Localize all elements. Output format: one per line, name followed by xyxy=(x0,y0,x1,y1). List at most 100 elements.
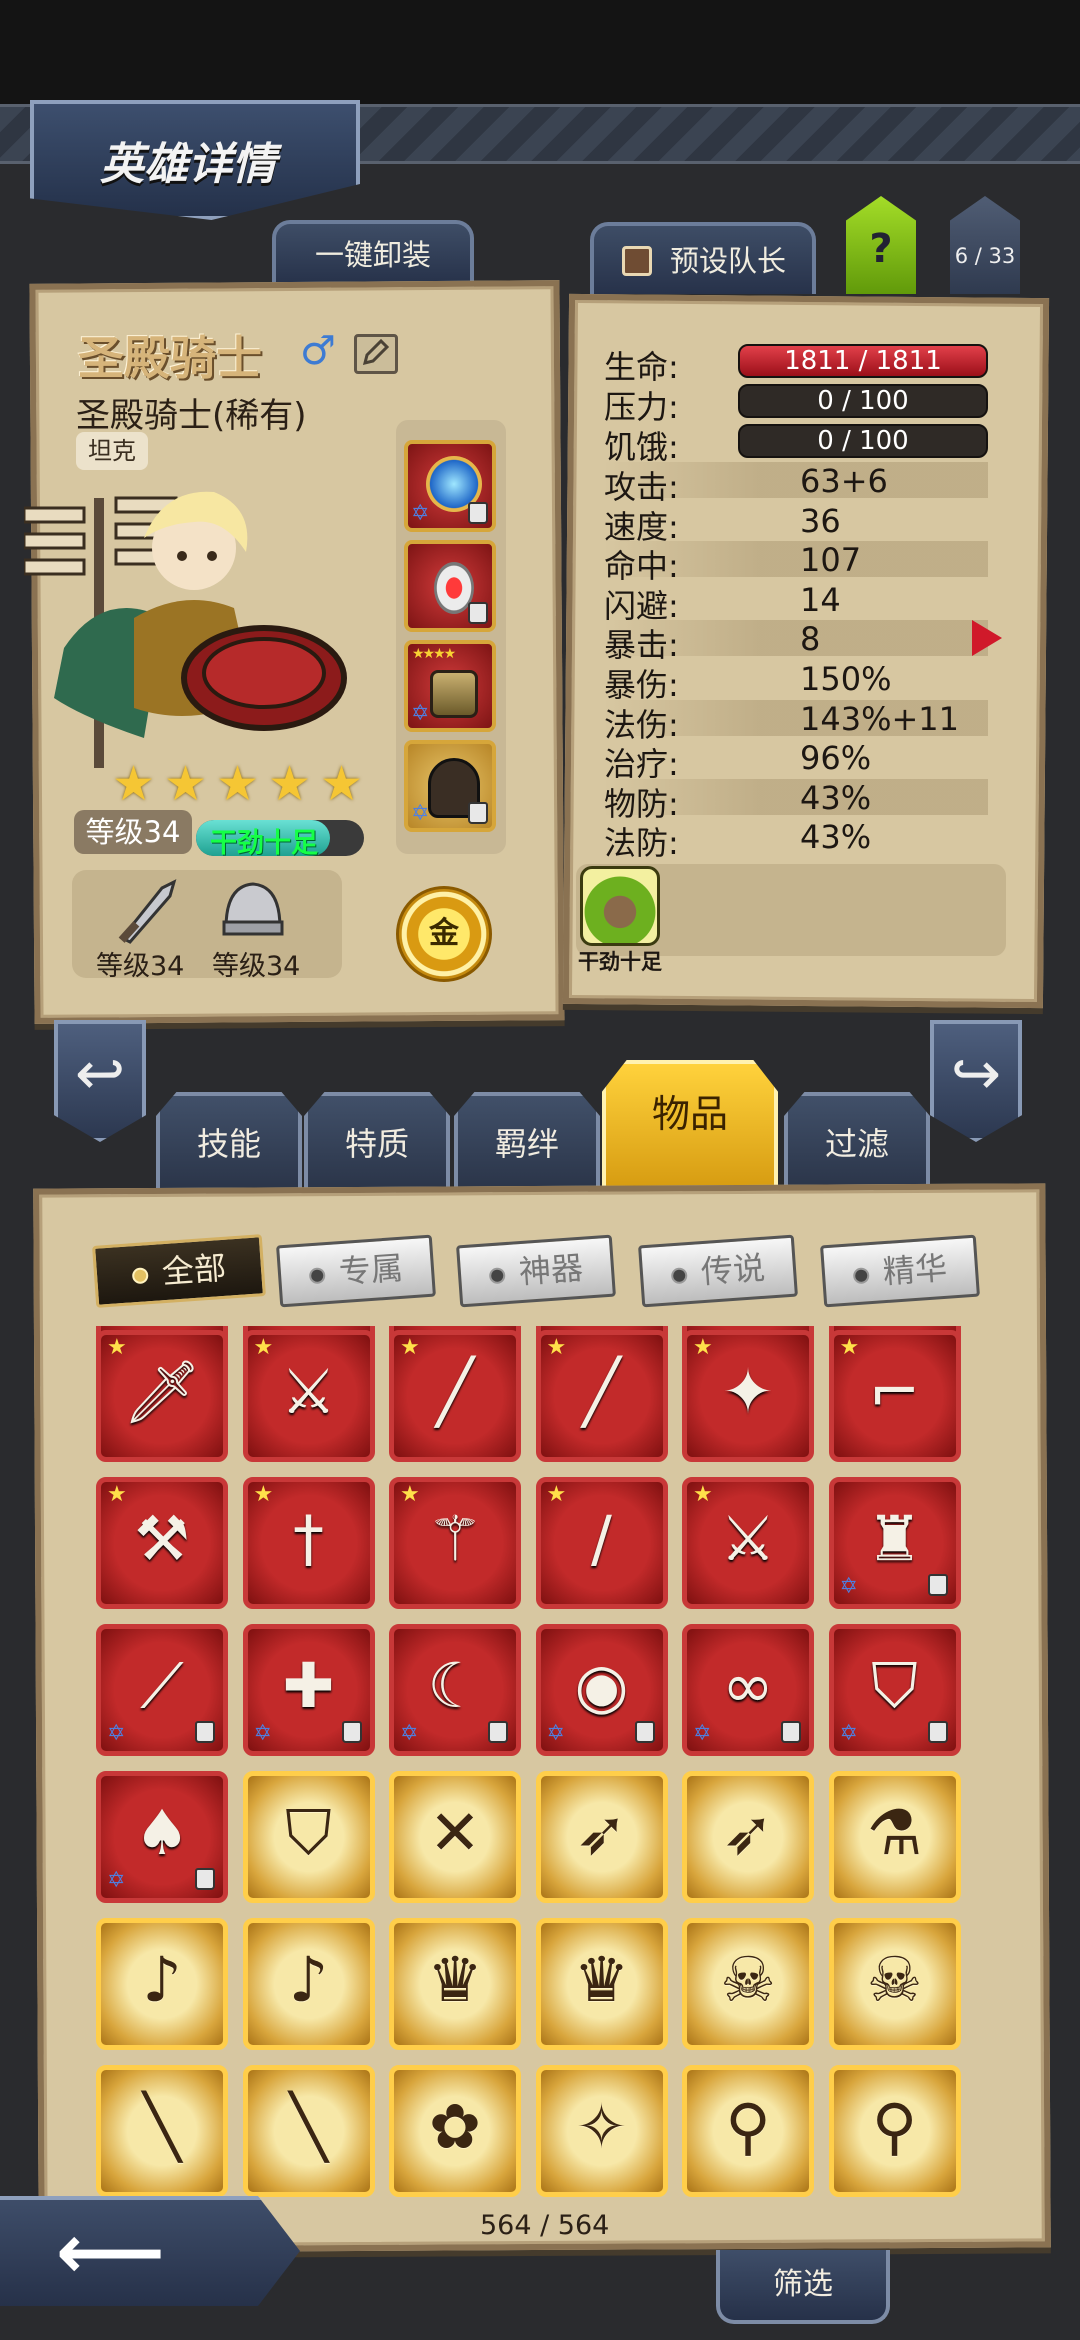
inventory-item[interactable]: ╲ xyxy=(242,2065,375,2197)
inventory-item[interactable]: ✦ ★ xyxy=(682,1330,814,1462)
helmet-icon[interactable] xyxy=(220,878,286,940)
lock-icon xyxy=(468,502,488,524)
rifle-icon: ╲ xyxy=(143,2090,181,2163)
inventory-item[interactable]: 🗡 ★ xyxy=(96,1330,228,1462)
inventory-item[interactable]: ♪ xyxy=(96,1918,228,2050)
orb-staff-icon: ⚲ xyxy=(871,2090,918,2163)
hp-bar: 1811 / 1811 xyxy=(738,344,988,378)
filter-button[interactable]: 筛选 xyxy=(716,2250,890,2324)
inventory-item[interactable]: ⌐ ★ xyxy=(828,1330,961,1462)
stat-row: 速度: 36 xyxy=(604,502,988,546)
star-icon: ★ xyxy=(320,756,364,812)
cloak-icon: ♠ xyxy=(134,1796,190,1869)
stat-row: 治疗: 96% xyxy=(604,739,988,783)
inventory-item[interactable]: † ★ xyxy=(242,1477,375,1609)
inventory-item[interactable]: ⛉ ✡ xyxy=(828,1624,961,1756)
equip-slot-1[interactable]: ✡ xyxy=(404,440,496,532)
inventory-item[interactable]: ⚒ ★ xyxy=(96,1477,228,1609)
inventory-item[interactable]: ♪ xyxy=(242,1918,375,2050)
inventory-item[interactable]: ➶ xyxy=(535,1771,668,1903)
trait-icon[interactable] xyxy=(580,866,660,946)
sigil-icon: ✡ xyxy=(400,1721,419,1746)
inventory-item[interactable]: ✧ xyxy=(535,2065,668,2197)
male-symbol-icon: ♂ xyxy=(300,328,336,374)
inventory-item[interactable]: ➶ xyxy=(682,1771,814,1903)
inventory-item[interactable]: / ★ xyxy=(535,1477,668,1609)
tab-filter[interactable]: 过滤 xyxy=(784,1092,930,1192)
inventory-item[interactable]: ⟋ ✡ xyxy=(96,1624,228,1756)
stats-more-arrow-icon[interactable] xyxy=(972,620,1002,656)
help-button[interactable]: ? xyxy=(846,196,916,294)
redo-arrow-icon: ↪ xyxy=(950,1039,1002,1109)
gauntlet-icon xyxy=(430,670,478,718)
unequip-all-button[interactable]: 一键卸装 xyxy=(272,220,474,284)
tab-skills[interactable]: 技能 xyxy=(156,1092,302,1192)
inventory-item[interactable]: ♠ ✡ xyxy=(96,1771,228,1903)
inventory-item[interactable]: ∞ ✡ xyxy=(682,1624,814,1756)
hero-name: 圣殿骑士 xyxy=(78,331,262,385)
inventory-item[interactable]: ☠ xyxy=(682,1918,814,2050)
weapon-icon[interactable] xyxy=(112,878,182,944)
equip-slot-3[interactable]: ★★★★ ✡ xyxy=(404,640,496,732)
item-star-icon: ★ xyxy=(400,1482,420,1507)
battle-axe-icon: ⚒ xyxy=(134,1502,190,1575)
armor-icon: ♜ xyxy=(866,1502,923,1575)
inventory-item[interactable]: ✕ xyxy=(389,1771,521,1903)
inventory-item[interactable]: ♜ ✡ xyxy=(828,1477,961,1609)
inventory-item[interactable]: ◉ ✡ xyxy=(535,1624,668,1756)
item-star-icon: ★ xyxy=(107,1335,127,1360)
gold-badge-icon[interactable]: 金 xyxy=(396,886,492,982)
inventory-grid[interactable]: 🗡 ★ ⚔ ★ ╱ ★ ╱ ★ ✦ ★ ⌐ ★ ⚒ ★ † ★ ⚚ ★ / ★ ⚔ ★ ♜ ✡ ⟋ ✡ ✚ ✡ ☾ ✡ ◉ ✡ ∞ ✡ ⛉ ✡ ♠ ✡ ⛉ ✕… xyxy=(96,1326,986,2206)
filter-chip-exclusive[interactable]: 专属 xyxy=(276,1234,436,1308)
inventory-item[interactable]: ⚗ xyxy=(828,1771,961,1903)
inventory-item[interactable]: ╲ xyxy=(96,2065,228,2197)
cane-icon: / xyxy=(591,1502,612,1575)
inventory-item[interactable]: ☾ ✡ xyxy=(389,1624,521,1756)
inventory-item[interactable]: ⚚ ★ xyxy=(389,1477,521,1609)
katana-icon: ╱ xyxy=(436,1355,474,1428)
hunger-bar: 0 / 100 xyxy=(738,424,988,458)
inventory-item[interactable]: ♛ xyxy=(535,1918,668,2050)
filter-chip-legendary[interactable]: 传说 xyxy=(638,1234,798,1308)
inventory-item[interactable]: ╱ ★ xyxy=(389,1330,521,1462)
filter-chip-all[interactable]: 全部 xyxy=(92,1234,266,1308)
stat-value: 107 xyxy=(800,541,862,580)
stat-value: 96% xyxy=(800,739,872,778)
tab-items[interactable]: 物品 xyxy=(602,1060,778,1192)
slot-stars: ★★★★ xyxy=(412,646,456,662)
potion-ring-icon: ⚗ xyxy=(866,1796,923,1869)
filter-chip-essence[interactable]: 精华 xyxy=(820,1234,980,1308)
inventory-item[interactable]: ⚲ xyxy=(682,2065,814,2197)
preset-captain-checkbox[interactable] xyxy=(622,246,652,276)
staff-icon: ⚚ xyxy=(427,1502,483,1575)
inventory-item[interactable]: ♛ xyxy=(389,1918,521,2050)
lock-icon xyxy=(781,1721,801,1743)
inventory-item[interactable]: ⚔ ★ xyxy=(242,1330,375,1462)
previous-hero-button[interactable]: ↩ xyxy=(54,1020,146,1142)
tab-bonds[interactable]: 羁绊 xyxy=(454,1092,600,1192)
inventory-item[interactable]: ⚲ xyxy=(828,2065,961,2197)
inventory-item[interactable]: ⛉ xyxy=(242,1771,375,1903)
crossed-daggers-icon: ✕ xyxy=(429,1796,481,1869)
inventory-item[interactable]: ╱ ★ xyxy=(535,1330,668,1462)
next-hero-button[interactable]: ↪ xyxy=(930,1020,1022,1142)
inventory-item[interactable]: ⚔ ★ xyxy=(682,1477,814,1609)
sigil-icon: ✡ xyxy=(253,1721,272,1746)
inventory-item[interactable]: ☠ xyxy=(828,1918,961,2050)
sigil-icon: ✡ xyxy=(839,1721,858,1746)
rifle-icon: ╲ xyxy=(289,2090,328,2163)
edit-name-icon[interactable] xyxy=(354,334,398,374)
tab-traits[interactable]: 特质 xyxy=(304,1092,450,1192)
filter-chip-artifact[interactable]: 神器 xyxy=(456,1234,616,1308)
hero-count-button[interactable]: 6 / 33 xyxy=(950,196,1020,294)
stress-bar: 0 / 100 xyxy=(738,384,988,418)
inventory-item[interactable]: ✿ xyxy=(389,2065,521,2197)
wand-icon: ✧ xyxy=(575,2090,628,2163)
sigil-icon: ✡ xyxy=(411,501,430,526)
sigil-icon: ✡ xyxy=(411,801,430,826)
equip-slot-4[interactable]: ✡ xyxy=(404,740,496,832)
inventory-item[interactable]: ✚ ✡ xyxy=(242,1624,375,1756)
equip-slot-2[interactable] xyxy=(404,540,496,632)
sigil-icon: ✡ xyxy=(546,1721,565,1746)
rapier-icon: † xyxy=(293,1502,324,1575)
